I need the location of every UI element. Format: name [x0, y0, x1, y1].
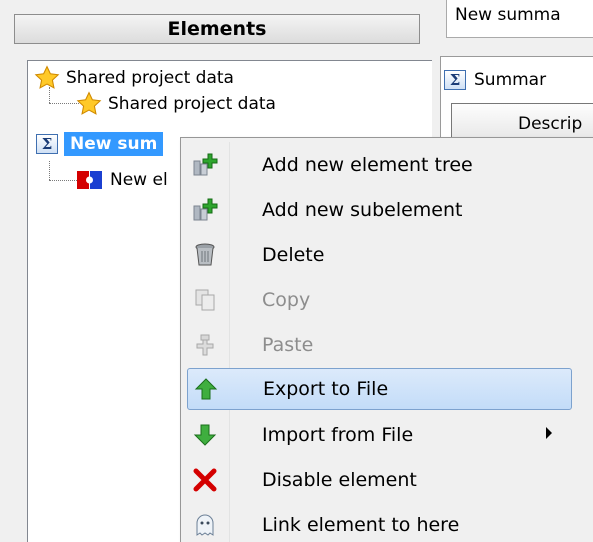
menu-item-label: Copy [262, 289, 311, 311]
menu-item-label: Import from File [262, 424, 414, 446]
tree-item-label: New el [110, 170, 168, 190]
menu-item-add-new-element-tree[interactable]: Add new element tree [187, 144, 572, 186]
paste-icon [190, 330, 220, 360]
menu-item-disable-element[interactable]: Disable element [187, 459, 572, 501]
menu-item-label: Link element to here [262, 514, 460, 536]
tree-item-label-selected: New sum [64, 132, 164, 156]
elements-header: Elements [14, 14, 420, 44]
element-title-field[interactable]: New summa [446, 0, 593, 38]
add-subelement-icon [190, 195, 220, 225]
import-down-arrow-icon [190, 420, 220, 450]
tree-item-label: Shared project data [66, 68, 234, 88]
menu-item-label: Add new subelement [262, 199, 463, 221]
menu-item-copy[interactable]: Copy [187, 279, 572, 321]
menu-item-paste[interactable]: Paste [187, 324, 572, 366]
menu-item-add-new-subelement[interactable]: Add new subelement [187, 189, 572, 231]
trash-icon [190, 240, 220, 270]
summary-icon: Σ [444, 70, 466, 90]
tree-item-new-element[interactable]: New el [76, 167, 168, 193]
tree-connector [49, 103, 79, 104]
star-icon [76, 91, 102, 115]
tree-connector [49, 161, 50, 180]
menu-item-export-to-file[interactable]: Export to File [187, 368, 572, 410]
menu-item-delete[interactable]: Delete [187, 234, 572, 276]
copy-icon [190, 285, 220, 315]
tab-summary[interactable]: Σ Summar [444, 63, 593, 97]
summary-icon: Σ [36, 134, 58, 154]
menu-item-label: Disable element [262, 469, 417, 491]
menu-item-link-element-to-here[interactable]: Link element to here [187, 504, 572, 542]
menu-item-label: Paste [262, 334, 314, 356]
red-x-icon [190, 465, 220, 495]
submenu-arrow-icon [546, 427, 552, 439]
ghost-icon [190, 510, 220, 540]
menu-item-label: Add new element tree [262, 154, 473, 176]
tree-item-label: Shared project data [108, 94, 276, 114]
add-tree-icon [190, 150, 220, 180]
tree-item-shared-project-data-child[interactable]: Shared project data [76, 91, 276, 117]
element-icon [77, 171, 102, 189]
tab-summary-label: Summar [474, 70, 547, 90]
context-menu: Add new element tree Add new subelement … [180, 137, 593, 542]
tree-connector [49, 180, 79, 181]
tree-item-shared-project-data[interactable]: Shared project data [34, 65, 234, 91]
menu-item-label: Export to File [263, 378, 389, 400]
tree-item-new-summary[interactable]: Σ New sum [36, 131, 164, 157]
export-up-arrow-icon [191, 374, 221, 404]
menu-item-label: Delete [262, 244, 325, 266]
menu-item-import-from-file[interactable]: Import from File [187, 414, 572, 456]
star-icon [34, 65, 60, 89]
